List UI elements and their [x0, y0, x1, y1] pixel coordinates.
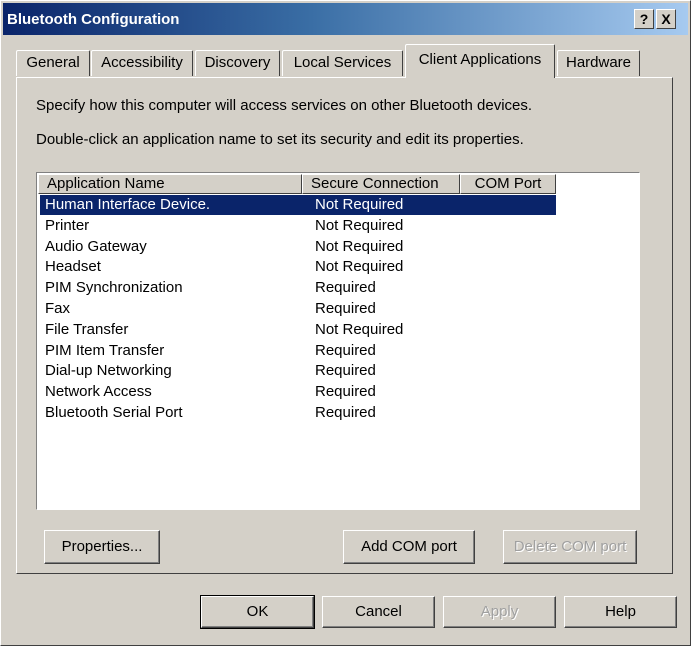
close-icon[interactable]: X — [656, 9, 676, 29]
window-title: Bluetooth Configuration — [7, 11, 180, 28]
ok-button[interactable]: OK — [200, 595, 315, 629]
secure-connection-cell: Required — [315, 299, 376, 317]
tab-accessibility[interactable]: Accessibility — [91, 50, 193, 76]
table-row[interactable]: Dial-up Networking Required — [38, 361, 638, 382]
tab-strip: General Accessibility Discovery Local Se… — [0, 44, 691, 78]
apply-button[interactable]: Apply — [443, 596, 556, 628]
secure-connection-cell: Required — [315, 341, 376, 359]
add-com-port-button[interactable]: Add COM port — [343, 530, 475, 564]
table-row[interactable]: PIM Synchronization Required — [38, 278, 638, 299]
secure-connection-cell: Not Required — [315, 237, 404, 255]
list-rows: Human Interface Device. Not Required Print… — [38, 195, 638, 424]
help-icon[interactable]: ? — [634, 9, 654, 29]
secure-connection-cell: Not Required — [315, 196, 404, 213]
secure-connection-cell: Not Required — [315, 258, 404, 276]
column-header-application-name[interactable]: Application Name — [38, 174, 302, 194]
tab-hardware-label: Hardware — [565, 54, 632, 71]
secure-connection-cell: Required — [315, 279, 376, 297]
tab-accessibility-label: Accessibility — [101, 54, 183, 71]
app-name-cell: Network Access — [45, 383, 152, 401]
table-row[interactable]: Bluetooth Serial Port Required — [38, 403, 638, 424]
cancel-button[interactable]: Cancel — [322, 596, 435, 628]
secure-connection-cell: Required — [315, 403, 376, 421]
instruction-text-2: Double-click an application name to set … — [36, 131, 524, 148]
table-row[interactable]: File Transfer Not Required — [38, 320, 638, 341]
tab-local-services-label: Local Services — [293, 54, 392, 71]
tab-hardware[interactable]: Hardware — [557, 50, 640, 76]
help-button[interactable]: Help — [564, 596, 677, 628]
table-row[interactable]: Fax Required — [38, 299, 638, 320]
app-name-cell: PIM Item Transfer — [45, 341, 165, 359]
list-header: Application Name Secure Connection COM P… — [38, 174, 638, 194]
app-name-cell: Printer — [45, 216, 90, 234]
tab-client-applications[interactable]: Client Applications — [405, 44, 555, 78]
secure-connection-cell: Required — [315, 383, 376, 401]
applications-list[interactable]: Application Name Secure Connection COM P… — [36, 172, 640, 510]
app-name-cell: Headset — [45, 258, 101, 276]
app-name-cell: Human Interface Device. — [45, 196, 211, 213]
app-name-cell: File Transfer — [45, 320, 129, 338]
tab-discovery[interactable]: Discovery — [195, 50, 280, 76]
column-header-secure-connection[interactable]: Secure Connection — [302, 174, 460, 194]
tab-general-label: General — [26, 54, 80, 71]
table-row[interactable]: Human Interface Device. Not Required — [38, 195, 638, 216]
tab-local-services[interactable]: Local Services — [282, 50, 403, 76]
app-name-cell: PIM Synchronization — [45, 279, 183, 297]
secure-connection-cell: Not Required — [315, 216, 404, 234]
app-name-cell: Fax — [45, 299, 71, 317]
secure-connection-cell: Required — [315, 362, 376, 380]
properties-button[interactable]: Properties... — [44, 530, 160, 564]
title-bar[interactable]: Bluetooth Configuration ? X — [3, 3, 688, 35]
app-name-cell: Dial-up Networking — [45, 362, 172, 380]
table-row[interactable]: PIM Item Transfer Required — [38, 341, 638, 362]
table-row[interactable]: Headset Not Required — [38, 257, 638, 278]
app-name-cell: Audio Gateway — [45, 237, 147, 255]
table-row[interactable]: Printer Not Required — [38, 216, 638, 237]
tab-client-applications-label: Client Applications — [418, 51, 542, 68]
column-header-com-port[interactable]: COM Port — [460, 174, 556, 194]
delete-com-port-button[interactable]: Delete COM port — [503, 530, 637, 564]
tab-general[interactable]: General — [16, 50, 90, 76]
table-row[interactable]: Audio Gateway Not Required — [38, 237, 638, 258]
table-row[interactable]: Network Access Required — [38, 382, 638, 403]
instruction-text-1: Specify how this computer will access se… — [36, 97, 533, 114]
tab-discovery-label: Discovery — [204, 54, 271, 71]
app-name-cell: Bluetooth Serial Port — [45, 403, 183, 421]
secure-connection-cell: Not Required — [315, 320, 404, 338]
